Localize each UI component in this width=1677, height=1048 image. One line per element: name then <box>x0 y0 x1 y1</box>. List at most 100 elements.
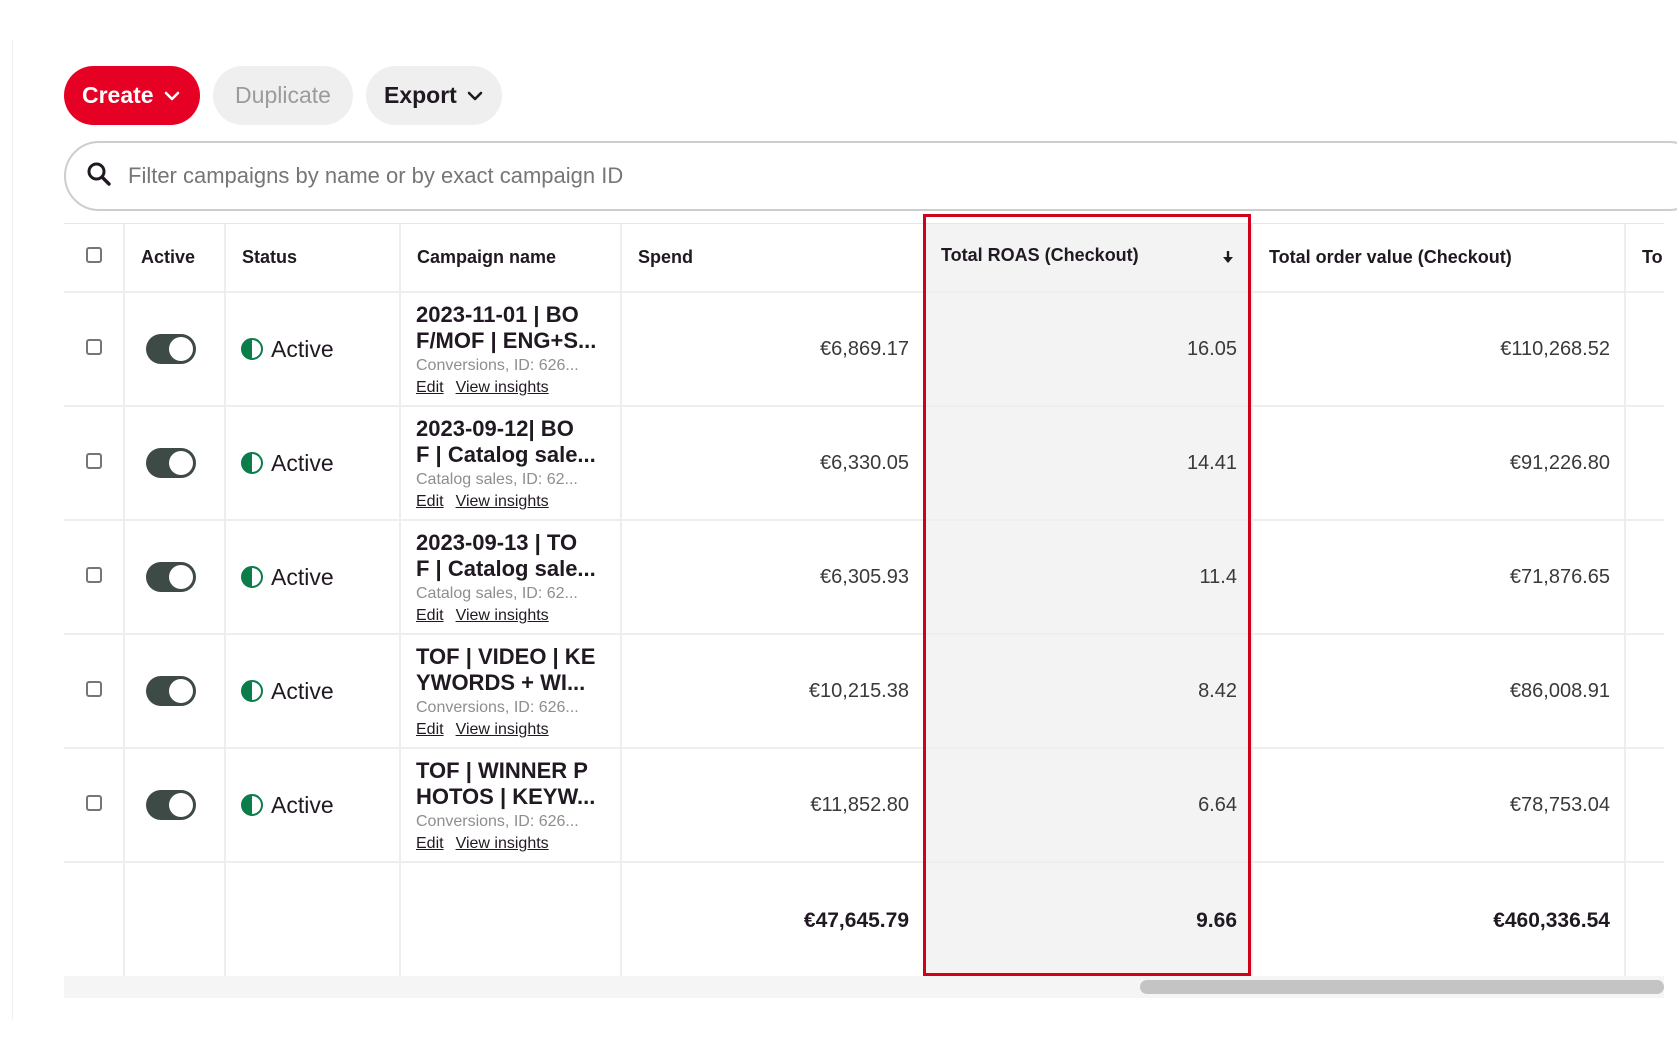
roas-value: 11.4 <box>924 520 1253 635</box>
sort-descending-icon[interactable] <box>1221 249 1235 270</box>
campaign-name-cell: TOF | VIDEO | KE YWORDS + WI... Conversion… <box>400 634 622 749</box>
row-checkbox[interactable] <box>85 452 102 469</box>
row-checkbox[interactable] <box>85 680 102 697</box>
roas-value: 14.41 <box>924 406 1253 521</box>
campaign-name-line-2[interactable]: F | Catalog sale... <box>416 442 619 468</box>
toggle-knob <box>169 565 193 589</box>
column-header-active[interactable]: Active <box>124 224 226 293</box>
order-value: €86,008.91 <box>1252 634 1626 749</box>
duplicate-button[interactable]: Duplicate <box>213 66 353 125</box>
totals-empty-cell <box>1625 862 1664 976</box>
campaign-name-line-1[interactable]: TOF | VIDEO | KE <box>416 644 619 670</box>
row-checkbox[interactable] <box>85 338 102 355</box>
total-order-value: €460,336.54 <box>1252 862 1626 976</box>
totals-empty-cell <box>124 862 226 976</box>
table-row: Active 2023-09-13 | TO F | Catalog sale...… <box>64 520 1664 635</box>
column-header-campaign-name[interactable]: Campaign name <box>400 224 622 293</box>
campaign-objective-id: Catalog sales, ID: 62... <box>416 584 578 602</box>
view-insights-link[interactable]: View insights <box>456 835 549 852</box>
toolbar: Create Duplicate Export <box>64 66 502 125</box>
truncated-cell <box>1625 634 1664 749</box>
row-checkbox[interactable] <box>85 794 102 811</box>
export-button-label: Export <box>384 82 457 108</box>
active-cell <box>124 520 226 635</box>
table-row: Active 2023-11-01 | BO F/MOF | ENG+S... Con… <box>64 292 1664 407</box>
status-label: Active <box>271 791 334 818</box>
status-cell: Active <box>225 292 401 407</box>
chevron-down-icon <box>467 91 483 101</box>
row-select-cell <box>64 520 125 635</box>
view-insights-link[interactable]: View insights <box>456 607 549 624</box>
campaign-objective-id: Conversions, ID: 626... <box>416 356 579 374</box>
toggle-knob <box>169 793 193 817</box>
active-cell <box>124 292 226 407</box>
active-toggle[interactable] <box>146 448 196 478</box>
campaign-name-line-2[interactable]: HOTOS | KEYW... <box>416 784 619 810</box>
column-header-roas[interactable]: Total ROAS (Checkout) <box>924 224 1253 293</box>
status-half-circle-icon <box>241 794 263 816</box>
edit-link[interactable]: Edit <box>416 607 444 624</box>
table-row: Active 2023-09-12| BO F | Catalog sale... C… <box>64 406 1664 521</box>
campaign-name-line-1[interactable]: TOF | WINNER P <box>416 758 619 784</box>
column-header-roas-label: Total ROAS (Checkout) <box>941 245 1139 265</box>
row-select-cell <box>64 292 125 407</box>
campaign-name-line-1[interactable]: 2023-11-01 | BO <box>416 302 619 328</box>
roas-value: 6.64 <box>924 748 1253 863</box>
horizontal-scrollbar-thumb[interactable] <box>1140 980 1664 994</box>
select-all-cell <box>64 224 125 293</box>
view-insights-link[interactable]: View insights <box>456 721 549 738</box>
row-select-cell <box>64 406 125 521</box>
search-icon <box>86 161 112 192</box>
active-toggle[interactable] <box>146 562 196 592</box>
order-value: €91,226.80 <box>1252 406 1626 521</box>
campaign-table: Active Status Campaign name Spend Total … <box>64 223 1664 976</box>
table-header-row: Active Status Campaign name Spend Total … <box>64 224 1664 293</box>
totals-empty-cell <box>400 862 622 976</box>
status-cell: Active <box>225 520 401 635</box>
truncated-cell <box>1625 406 1664 521</box>
order-value: €78,753.04 <box>1252 748 1626 863</box>
campaign-name-cell: 2023-09-13 | TO F | Catalog sale... Catalo… <box>400 520 622 635</box>
edit-link[interactable]: Edit <box>416 835 444 852</box>
active-cell <box>124 748 226 863</box>
totals-empty-cell <box>225 862 401 976</box>
duplicate-button-label: Duplicate <box>235 82 331 108</box>
campaign-name-line-1[interactable]: 2023-09-12| BO <box>416 416 619 442</box>
row-checkbox[interactable] <box>85 566 102 583</box>
status-cell: Active <box>225 748 401 863</box>
search-input[interactable] <box>126 162 1530 190</box>
export-button[interactable]: Export <box>366 66 502 125</box>
edit-link[interactable]: Edit <box>416 379 444 396</box>
status-half-circle-icon <box>241 338 263 360</box>
view-insights-link[interactable]: View insights <box>456 493 549 510</box>
status-label: Active <box>271 677 334 704</box>
active-toggle[interactable] <box>146 334 196 364</box>
campaign-objective-id: Conversions, ID: 626... <box>416 698 579 716</box>
campaign-name-line-2[interactable]: F/MOF | ENG+S... <box>416 328 619 354</box>
edit-link[interactable]: Edit <box>416 493 444 510</box>
chevron-down-icon <box>164 91 180 101</box>
campaign-objective-id: Conversions, ID: 626... <box>416 812 579 830</box>
active-cell <box>124 634 226 749</box>
toggle-knob <box>169 337 193 361</box>
select-all-checkbox[interactable] <box>85 247 102 263</box>
campaign-name-cell: TOF | WINNER P HOTOS | KEYW... Conversions… <box>400 748 622 863</box>
status-half-circle-icon <box>241 452 263 474</box>
column-header-spend[interactable]: Spend <box>621 224 925 293</box>
total-roas: 9.66 <box>924 862 1253 976</box>
column-header-truncated[interactable]: To <box>1625 224 1664 293</box>
view-insights-link[interactable]: View insights <box>456 379 549 396</box>
edit-link[interactable]: Edit <box>416 721 444 738</box>
column-header-status[interactable]: Status <box>225 224 401 293</box>
active-toggle[interactable] <box>146 790 196 820</box>
campaign-name-line-2[interactable]: F | Catalog sale... <box>416 556 619 582</box>
active-toggle[interactable] <box>146 676 196 706</box>
campaign-name-line-1[interactable]: 2023-09-13 | TO <box>416 530 619 556</box>
column-header-order-value[interactable]: Total order value (Checkout) <box>1252 224 1626 293</box>
status-cell: Active <box>225 406 401 521</box>
roas-value: 8.42 <box>924 634 1253 749</box>
create-button[interactable]: Create <box>64 66 200 125</box>
campaign-name-line-2[interactable]: YWORDS + WI... <box>416 670 619 696</box>
status-half-circle-icon <box>241 566 263 588</box>
spend-value: €6,305.93 <box>621 520 925 635</box>
